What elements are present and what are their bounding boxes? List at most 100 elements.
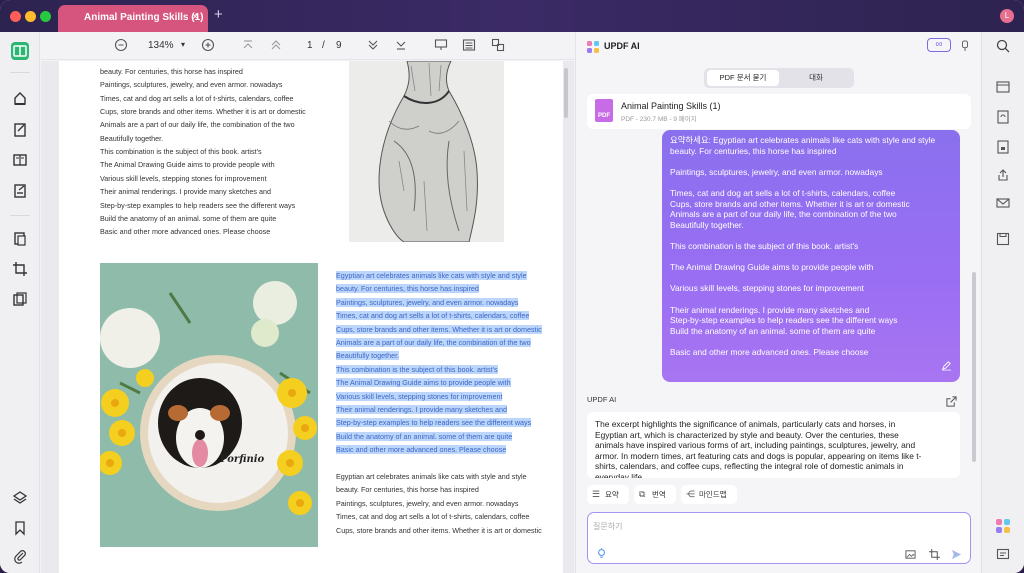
tab-title: Animal Painting Skills (1)	[84, 12, 204, 23]
highlighted-line[interactable]: Their animal renderings. I provide many …	[336, 405, 507, 414]
updf-ai-logo-icon	[587, 40, 599, 53]
app-window: Animal Painting Skills (1) × + L 134% ▾ …	[0, 0, 1024, 573]
tab-close-icon[interactable]: ×	[192, 11, 198, 23]
export-icon[interactable]	[946, 394, 957, 412]
zoom-out-icon[interactable]	[114, 38, 128, 55]
highlighted-line[interactable]: Egyptian art celebrates animals like cat…	[336, 271, 527, 280]
mindmap-button[interactable]: ⋲ 마인드맵	[681, 485, 737, 504]
search-icon[interactable]	[996, 39, 1010, 53]
comment-tool-icon[interactable]	[11, 89, 29, 107]
email-icon[interactable]	[996, 196, 1010, 210]
highlighted-line[interactable]: Times, cat and dog art sells a lot of t-…	[336, 311, 530, 321]
translate-page-icon[interactable]	[491, 38, 505, 55]
tab-chat[interactable]: 대화	[780, 70, 852, 86]
text-line: Paintings, sculptures, jewelry, and even…	[336, 498, 519, 508]
comments-panel-icon[interactable]	[996, 548, 1010, 562]
highlighted-line[interactable]: Build the anatomy of an animal. some of …	[336, 431, 513, 441]
form-tool-icon[interactable]	[11, 182, 29, 200]
next-page-icon[interactable]	[366, 38, 380, 55]
translate-icon: ⧉	[639, 489, 646, 499]
text-line: Various skill levels, stepping stones fo…	[100, 173, 267, 183]
bookmark-icon[interactable]	[11, 519, 29, 537]
organize-pages-icon[interactable]	[11, 151, 29, 169]
user-message-line: Various skill levels, stepping stones fo…	[670, 283, 864, 294]
embroidery-photo: Porfinio	[100, 263, 318, 547]
close-window-button[interactable]	[10, 11, 21, 22]
highlighted-line[interactable]: Animals are a part of our daily life, th…	[336, 338, 531, 347]
zoom-level[interactable]: 134%	[148, 40, 174, 51]
ai-panel-title: UPDF AI	[604, 41, 640, 51]
document-scrollbar[interactable]	[564, 68, 568, 118]
send-icon[interactable]	[951, 547, 962, 565]
user-message-line: Cups, store brands and other items. Whet…	[670, 198, 910, 209]
file-meta: PDF - 230.7 MB - 9 페이지	[621, 116, 697, 123]
previous-page-icon[interactable]	[269, 38, 283, 55]
share-icon[interactable]	[996, 168, 1010, 182]
crop-page-icon[interactable]	[11, 260, 29, 278]
answer-line: The excerpt highlights the significance …	[595, 419, 896, 429]
edit-message-icon[interactable]	[941, 358, 952, 376]
question-input[interactable]: 질문하기	[587, 512, 971, 564]
convert-icon[interactable]	[996, 110, 1010, 124]
answer-line: animals have inspired various forms of a…	[595, 440, 916, 450]
reader-mode-icon[interactable]	[11, 42, 29, 60]
page-separator: /	[322, 40, 325, 51]
prompt-ideas-icon[interactable]	[596, 546, 607, 564]
highlighted-line[interactable]: Cups, store brands and other items. Whet…	[336, 324, 542, 334]
text-line: Build the anatomy of an animal. some of …	[100, 213, 277, 223]
first-page-icon[interactable]	[241, 38, 255, 55]
layers-icon[interactable]	[11, 489, 29, 507]
text-line: beauty. For centuries, this horse has in…	[100, 67, 243, 76]
text-line: Cups, store brands and other items. Whet…	[100, 107, 306, 117]
text-line: The Animal Drawing Guide aims to provide…	[100, 160, 275, 170]
maximize-window-button[interactable]	[40, 11, 51, 22]
user-message-line: Paintings, sculptures, jewelry, and even…	[670, 166, 883, 177]
highlighted-line[interactable]: Basic and other more advanced ones. Plea…	[336, 445, 507, 455]
user-message-line: Build the anatomy of an animal. some of …	[670, 325, 876, 336]
highlighted-line[interactable]: The Animal Drawing Guide aims to provide…	[336, 378, 511, 388]
user-message-line: The Animal Drawing Guide aims to provide…	[670, 262, 874, 273]
ai-panel-scrollbar[interactable]	[972, 272, 976, 462]
edit-pdf-icon[interactable]	[11, 121, 29, 139]
user-message-line: Their animal renderings. I provide many …	[670, 304, 870, 315]
mindmap-label: 마인드맵	[699, 490, 727, 499]
mindmap-icon: ⋲	[686, 489, 695, 499]
attachment-icon[interactable]	[11, 547, 29, 565]
highlighted-line[interactable]: This combination is the subject of this …	[336, 364, 498, 374]
file-name: Animal Painting Skills (1)	[621, 101, 721, 111]
screenshot-icon[interactable]	[929, 547, 940, 565]
save-icon[interactable]	[996, 232, 1010, 246]
translate-button[interactable]: ⧉ 번역	[634, 485, 676, 504]
convert-pdf-icon[interactable]	[11, 230, 29, 248]
highlighted-line[interactable]: Paintings, sculptures, jewelry, and even…	[336, 297, 519, 307]
avatar[interactable]: L	[1000, 9, 1014, 23]
current-page-input[interactable]: 1	[307, 40, 313, 51]
presentation-icon[interactable]	[434, 38, 448, 55]
updf-ai-icon[interactable]	[996, 519, 1010, 533]
highlighted-line[interactable]: beauty. For centuries, this horse has in…	[336, 284, 479, 294]
new-tab-button[interactable]: +	[214, 6, 223, 23]
infinity-mode-button[interactable]: ∞	[927, 38, 951, 52]
ocr-icon[interactable]	[996, 80, 1010, 94]
text-line: Basic and other more advanced ones. Plea…	[100, 227, 271, 237]
ai-mode-switch: PDF 문서 묻기 대화	[704, 68, 854, 88]
last-page-icon[interactable]	[394, 38, 408, 55]
question-placeholder: 질문하기	[593, 522, 623, 531]
highlighted-line[interactable]: Various skill levels, stepping stones fo…	[336, 391, 503, 401]
highlighted-line[interactable]: Step-by-step examples to help readers se…	[336, 418, 532, 428]
page-tools-icon[interactable]	[11, 290, 29, 308]
minimize-window-button[interactable]	[25, 11, 36, 22]
image-upload-icon[interactable]	[905, 547, 916, 565]
protect-icon[interactable]	[996, 140, 1010, 154]
highlighted-line[interactable]: Beautifully together.	[336, 351, 400, 361]
summarize-button[interactable]: ☰ 요약	[587, 485, 629, 504]
page-display-icon[interactable]	[462, 38, 476, 55]
answer-label: UPDF AI	[587, 395, 617, 404]
zoom-in-icon[interactable]	[201, 38, 215, 55]
document-tab[interactable]: Animal Painting Skills (1) ×	[58, 5, 208, 32]
zoom-dropdown-icon[interactable]: ▾	[181, 40, 185, 49]
tab-ask-pdf[interactable]: PDF 문서 묻기	[707, 70, 779, 86]
ai-answer-card: The excerpt highlights the significance …	[587, 412, 960, 478]
ai-menu-icon[interactable]	[960, 39, 970, 57]
text-line: Times, cat and dog art sells a lot of t-…	[336, 512, 530, 522]
